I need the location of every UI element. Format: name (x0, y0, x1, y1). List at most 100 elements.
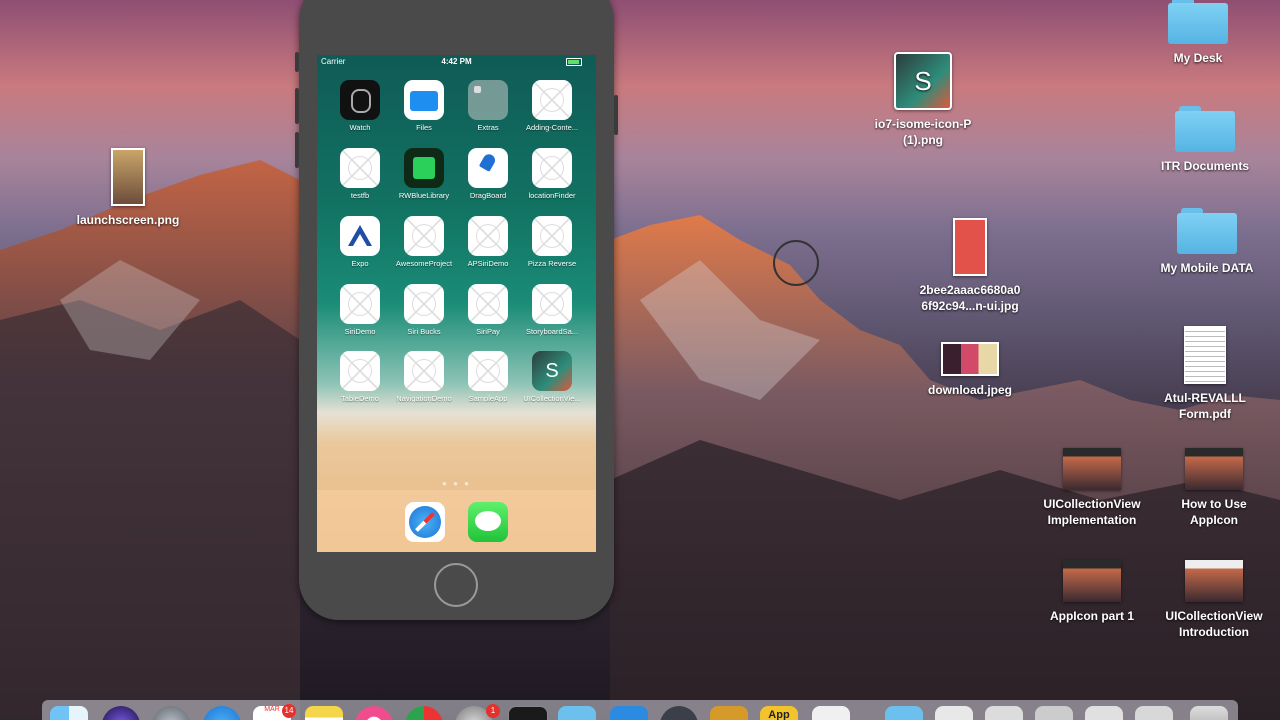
desktop: launchscreen.png S io7-isome-icon-P (1).… (0, 0, 1280, 720)
app-dragboard[interactable]: DragBoard (456, 148, 520, 200)
app-label: Watch (349, 123, 371, 132)
iphone-home-screen: Carrier 4:42 PM Watch Files Extras Addin… (317, 55, 596, 552)
notes-icon[interactable] (305, 706, 343, 720)
document-stack-icon[interactable] (1085, 706, 1123, 720)
blank-app-icon (468, 351, 508, 391)
video-thumbnail-icon (1185, 560, 1243, 602)
file-label: 2bee2aaac6680a0 6f92c94...n-ui.jpg (919, 283, 1021, 313)
app-testfb[interactable]: testfb (328, 148, 392, 200)
file-label: io7-isome-icon-P (1).png (874, 117, 972, 147)
folder-icon (468, 80, 508, 120)
document-stack-icon[interactable] (985, 706, 1023, 720)
app-siridemo[interactable]: SiriDemo (328, 284, 392, 336)
desktop-file-launchscreen[interactable]: launchscreen.png (53, 148, 203, 228)
app-storyboardsample[interactable]: StoryboardSa... (520, 284, 584, 336)
terminal-icon[interactable] (508, 706, 548, 720)
folder-icon (1177, 208, 1237, 254)
app-awesomeproject[interactable]: AwesomeProject (392, 216, 456, 268)
pdf-document-icon (1184, 326, 1226, 384)
volume-button (295, 132, 299, 168)
page-indicator: ● ● ● (442, 479, 471, 488)
status-time: 4:42 PM (441, 57, 472, 66)
app-icon-icon[interactable]: App (760, 706, 798, 720)
folder-icon (1175, 106, 1235, 152)
home-button[interactable] (434, 563, 478, 607)
file-label: UICollectionView Introduction (1165, 609, 1263, 639)
power-button (614, 95, 618, 135)
safari-icon[interactable] (405, 502, 445, 542)
app-label: Files (416, 123, 432, 132)
app-siripay[interactable]: SiriPay (456, 284, 520, 336)
app-adding-content[interactable]: Adding-Conte... (520, 80, 584, 132)
image-thumbnail-icon: S (894, 52, 952, 110)
file-label: Atul-REVALLL Form.pdf (1164, 391, 1246, 421)
document-stack-icon[interactable] (1035, 706, 1073, 720)
battery-icon (566, 58, 582, 66)
app-label: UICollectionVie... (523, 394, 581, 403)
desktop-file-isome-icon[interactable]: S io7-isome-icon-P (1).png (848, 52, 998, 148)
files-icon (404, 80, 444, 120)
s-app-icon: S (532, 351, 572, 391)
document-stack-icon[interactable] (935, 706, 973, 720)
app-label: App (768, 709, 790, 720)
app-label: testfb (350, 191, 370, 200)
app-uicollectionview[interactable]: S UICollectionVie... (520, 351, 584, 403)
app-apsiridemo[interactable]: APSiriDemo (456, 216, 520, 268)
video-thumbnail-icon (1063, 560, 1121, 602)
app-siri-bucks[interactable]: Siri Bucks (392, 284, 456, 336)
desktop-folder-my-mobile-data[interactable]: My Mobile DATA (1132, 208, 1280, 276)
calendar-month: MAR (264, 706, 280, 713)
blank-app-icon (468, 216, 508, 256)
notification-badge: 1 (486, 704, 500, 718)
app-label: Pizza Reverse (527, 259, 577, 268)
app-label: Expo (351, 259, 369, 268)
preview-icon[interactable] (812, 706, 850, 720)
app-label: DragBoard (469, 191, 507, 200)
desktop-folder-itr-documents[interactable]: ITR Documents (1130, 106, 1280, 174)
document-stack-icon[interactable] (1135, 706, 1173, 720)
sketch-icon[interactable] (710, 706, 748, 720)
app-watch[interactable]: Watch (328, 80, 392, 132)
image-thumbnail-icon (941, 342, 999, 376)
app-label: locationFinder (528, 191, 576, 200)
trash-icon[interactable] (1190, 706, 1228, 720)
app-expo[interactable]: Expo (328, 216, 392, 268)
volume-button (295, 52, 299, 72)
app-label: Adding-Conte... (525, 123, 579, 132)
app-label: StoryboardSa... (525, 327, 579, 336)
app-navigationdemo[interactable]: NavigationDemo (392, 351, 456, 403)
desktop-file-2bee2aaac[interactable]: 2bee2aaac6680a0 6f92c94...n-ui.jpg (895, 218, 1045, 314)
app-files[interactable]: Files (392, 80, 456, 132)
xcode-icon[interactable] (610, 706, 648, 720)
file-label: How to Use AppIcon (1181, 497, 1247, 527)
desktop-file-download-jpeg[interactable]: download.jpeg (895, 342, 1045, 398)
app-pizza-reverse[interactable]: Pizza Reverse (520, 216, 584, 268)
image-thumbnail-icon (111, 148, 145, 206)
app-label: Siri Bucks (407, 327, 441, 336)
ios-dock (317, 490, 596, 552)
click-indicator (773, 240, 819, 286)
desktop-video-uicollectionview-intro[interactable]: UICollectionView Introduction (1139, 560, 1280, 640)
desktop-file-atul-revalll[interactable]: Atul-REVALLL Form.pdf (1130, 326, 1280, 422)
file-label: launchscreen.png (76, 213, 180, 227)
app-rwbluelibrary[interactable]: RWBlueLibrary (392, 148, 456, 200)
folder-label: ITR Documents (1160, 159, 1249, 173)
folder-icon[interactable] (558, 706, 596, 720)
desktop-video-how-to-use-appicon[interactable]: How to Use AppIcon (1139, 448, 1280, 528)
downloads-stack-icon[interactable] (885, 706, 923, 720)
blank-app-icon (468, 284, 508, 324)
calendar-day-badge: 14 (282, 704, 296, 718)
messages-icon[interactable] (468, 502, 508, 542)
watch-icon (340, 80, 380, 120)
app-sampleapp[interactable]: SampleApp (456, 351, 520, 403)
app-locationfinder[interactable]: locationFinder (520, 148, 584, 200)
finder-icon[interactable] (50, 706, 88, 720)
blank-app-icon (404, 284, 444, 324)
folder-icon (1168, 0, 1228, 44)
folder-label: My Desk (1173, 51, 1223, 65)
app-extras[interactable]: Extras (456, 80, 520, 132)
app-tabledemo[interactable]: TableDemo (328, 351, 392, 403)
rw-icon (404, 148, 444, 188)
blank-app-icon (532, 216, 572, 256)
desktop-folder-my-desk[interactable]: My Desk (1123, 0, 1273, 66)
